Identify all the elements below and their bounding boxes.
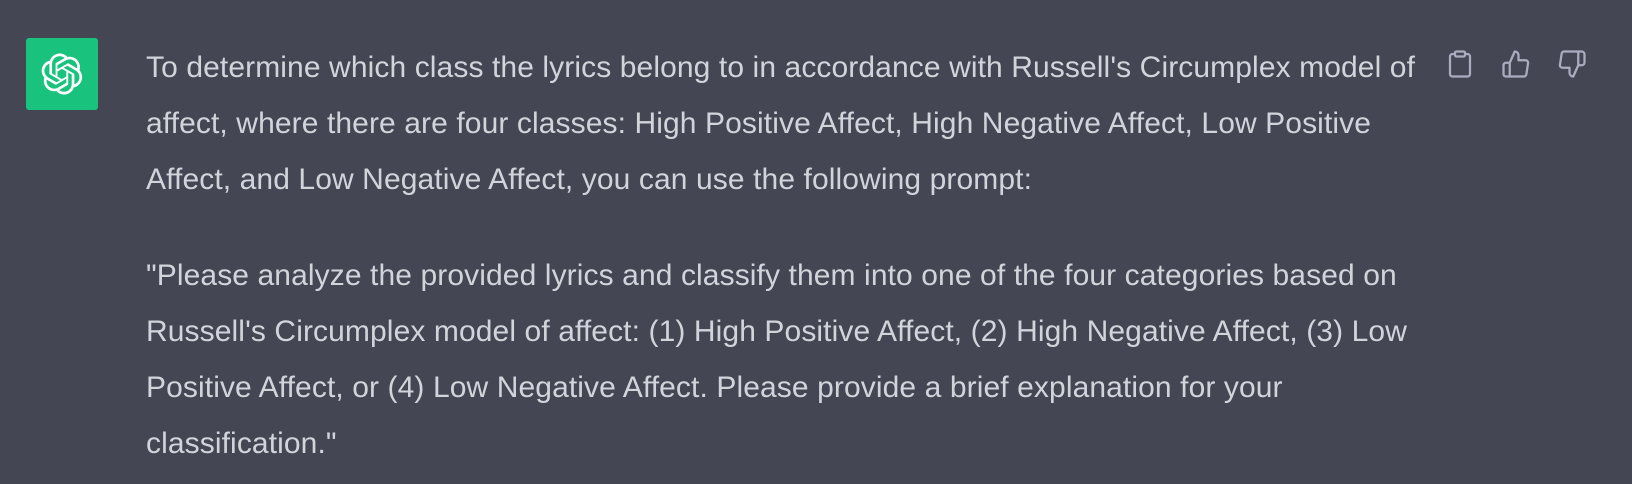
assistant-message: To determine which class the lyrics belo…: [0, 0, 1632, 484]
thumbs-down-icon: [1558, 50, 1586, 78]
assistant-avatar: [26, 38, 98, 110]
copy-button[interactable]: [1440, 44, 1480, 84]
message-paragraph-prompt: "Please analyze the provided lyrics and …: [146, 259, 1416, 460]
thumbs-up-button[interactable]: [1496, 44, 1536, 84]
thumbs-down-button[interactable]: [1552, 44, 1592, 84]
clipboard-icon: [1448, 50, 1472, 78]
message-content: To determine which class the lyrics belo…: [146, 40, 1446, 472]
message-actions: [1440, 44, 1632, 84]
thumbs-up-icon: [1502, 50, 1530, 78]
openai-logo-icon: [41, 53, 83, 95]
message-paragraph-intro: To determine which class the lyrics belo…: [146, 51, 1424, 196]
